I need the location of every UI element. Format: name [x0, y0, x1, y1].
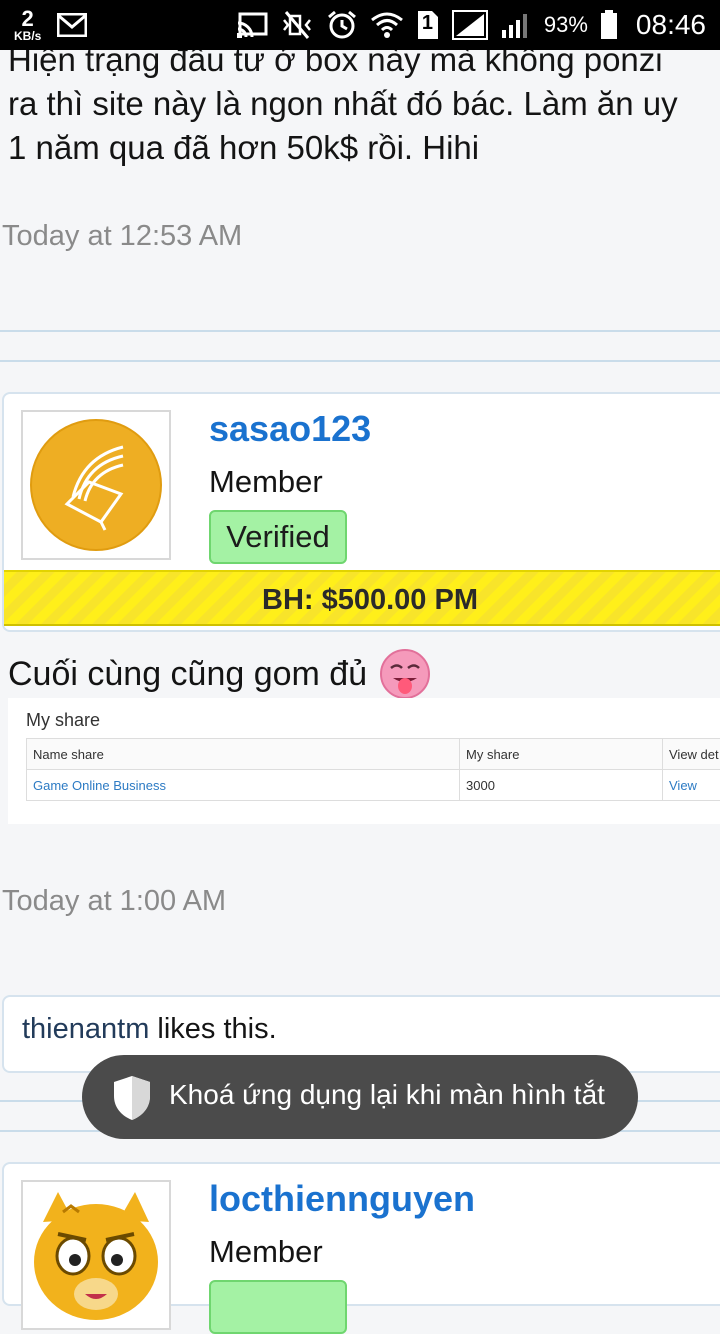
net-speed-unit: KB/s	[14, 30, 41, 42]
toast-message: Khoá ứng dụng lại khi màn hình tắt	[169, 1079, 605, 1111]
column-header: View det	[663, 739, 720, 770]
shield-icon	[110, 1074, 154, 1122]
column-header: Name share	[27, 739, 460, 770]
bh-banner: BH: $500.00 PM	[4, 570, 720, 626]
verified-badge: Verified	[209, 510, 347, 564]
user-role: Member	[209, 1234, 323, 1270]
username-link[interactable]: locthiennguyen	[209, 1178, 475, 1220]
vibrate-icon	[280, 10, 314, 40]
status-bar: 2 KB/s 1 93% 08:	[0, 0, 720, 50]
table-row: Game Online Business 3000 View	[27, 770, 720, 801]
user-avatar-image	[23, 1182, 169, 1328]
liker-link[interactable]: thienantm	[22, 1013, 149, 1045]
column-header: My share	[460, 739, 663, 770]
sim-slot-number: 1	[422, 12, 433, 35]
avatar[interactable]	[21, 1180, 171, 1330]
divider	[0, 330, 720, 332]
cast-icon	[236, 11, 268, 39]
screenshot-title: My share	[26, 710, 100, 731]
verified-badge	[209, 1280, 347, 1334]
post-timestamp[interactable]: Today at 12:53 AM	[2, 220, 242, 253]
app-lock-toast: Khoá ứng dụng lại khi màn hình tắt	[82, 1055, 638, 1139]
table-header-row: Name share My share View det	[27, 739, 720, 770]
post-header-card: locthiennguyen Member	[2, 1162, 720, 1306]
avatar[interactable]	[21, 410, 171, 560]
post-message: Hiện trạng đầu tư ở box này mà không pon…	[8, 38, 720, 170]
battery-percent: 93%	[544, 12, 588, 38]
net-speed: 2 KB/s	[14, 8, 41, 42]
net-speed-value: 2	[22, 8, 34, 30]
post-message-row: Cuối cùng cũng gom đủ	[8, 648, 431, 700]
sim-icon: 1	[416, 9, 440, 41]
post-timestamp[interactable]: Today at 1:00 AM	[2, 885, 226, 918]
likes-suffix: likes this.	[149, 1013, 276, 1045]
clock: 08:46	[636, 9, 706, 41]
table-cell: Game Online Business	[27, 770, 460, 801]
divider	[0, 360, 720, 362]
tongue-out-emoji-icon	[379, 648, 431, 700]
table-cell: 3000	[460, 770, 663, 801]
signal-icon	[500, 10, 532, 40]
wifi-icon	[370, 10, 404, 40]
share-table: Name share My share View det Game Online…	[26, 738, 720, 801]
embedded-screenshot: My share Name share My share View det Ga…	[8, 698, 720, 824]
username-link[interactable]: sasao123	[209, 408, 371, 450]
battery-icon	[600, 10, 618, 40]
user-avatar-image	[23, 412, 169, 558]
user-role: Member	[209, 464, 323, 500]
post-message: Cuối cùng cũng gom đủ	[8, 655, 367, 694]
alarm-icon	[326, 9, 358, 41]
signal-icon	[452, 10, 488, 40]
likes-text: thienantm likes this.	[22, 1013, 277, 1046]
table-cell: View	[663, 770, 720, 801]
gmail-icon	[57, 13, 87, 37]
